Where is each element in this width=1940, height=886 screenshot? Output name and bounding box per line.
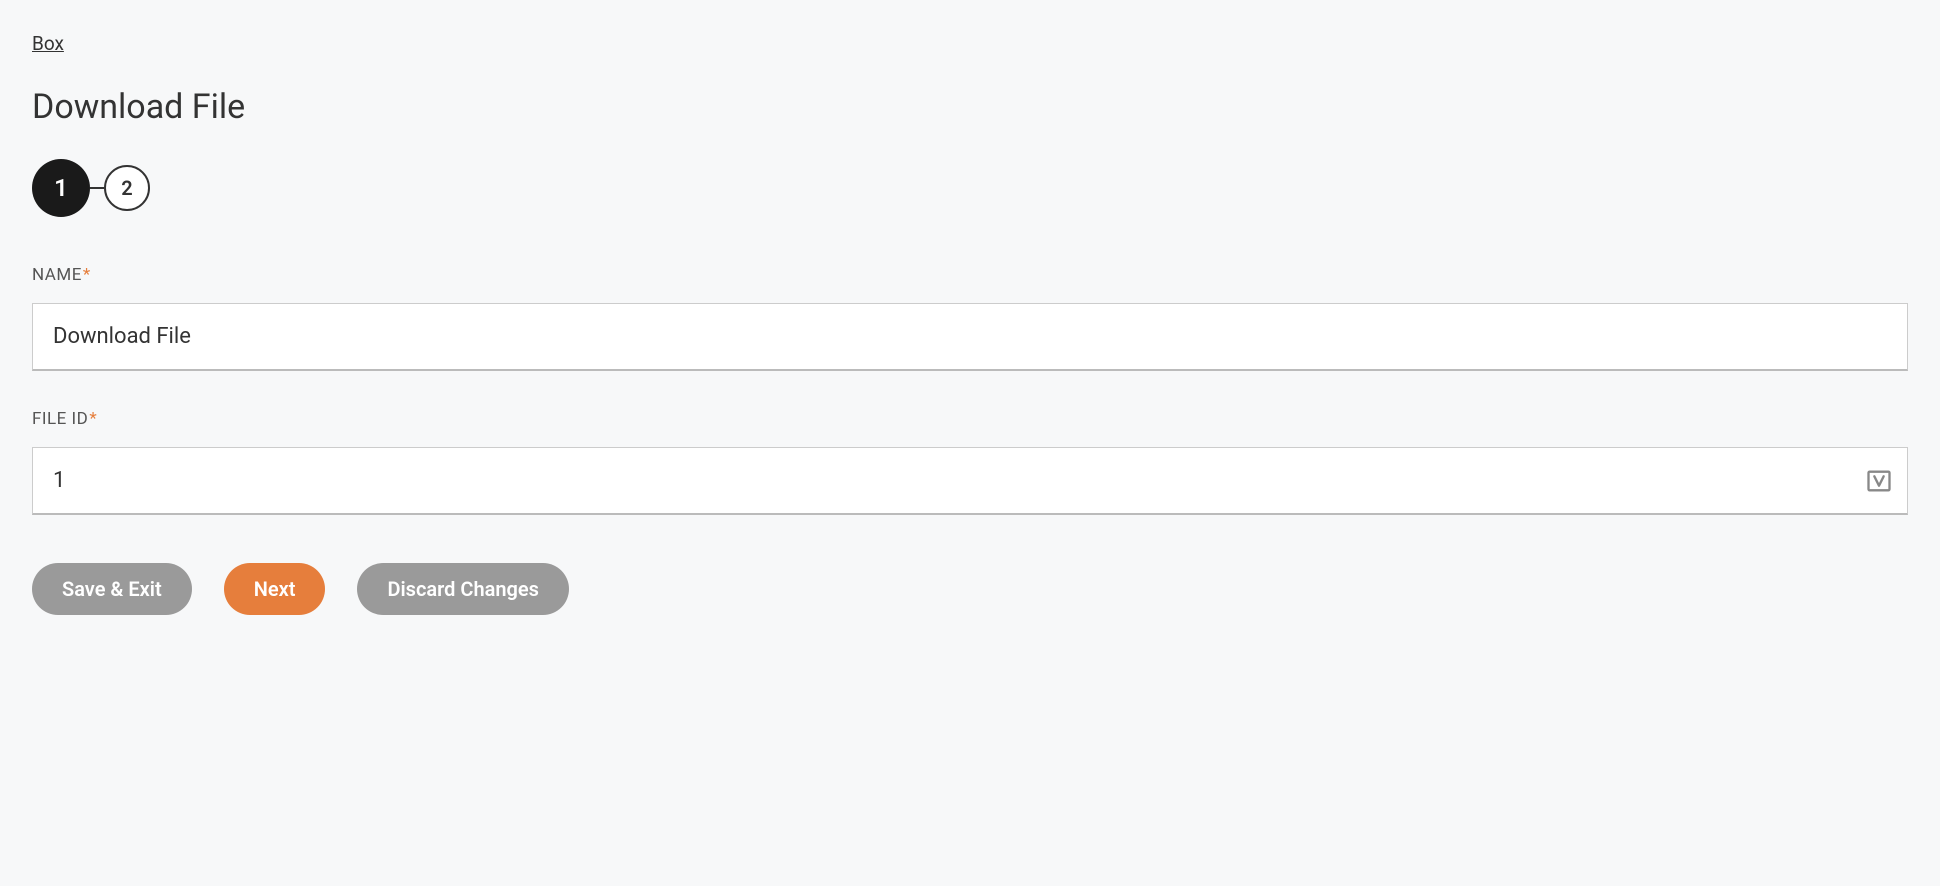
variable-icon[interactable] [1865,467,1893,495]
name-input[interactable] [33,304,1907,369]
step-2[interactable]: 2 [104,165,150,211]
save-exit-button[interactable]: Save & Exit [32,563,192,615]
step-1[interactable]: 1 [32,159,90,217]
name-input-wrapper [32,303,1908,371]
next-button[interactable]: Next [224,563,326,615]
stepper: 1 2 [32,159,1908,217]
file-id-label-text: FILE ID [32,409,88,429]
name-label: NAME* [32,265,1908,285]
form-group-name: NAME* [32,265,1908,371]
breadcrumb-link[interactable]: Box [32,32,64,55]
name-label-text: NAME [32,265,82,285]
file-id-input-wrapper [32,447,1908,515]
form-group-file-id: FILE ID* [32,409,1908,515]
file-id-label: FILE ID* [32,409,1908,429]
file-id-input[interactable] [33,448,1907,513]
required-asterisk: * [83,265,91,285]
step-connector [90,187,104,189]
discard-changes-button[interactable]: Discard Changes [357,563,569,615]
page-title: Download File [32,87,1908,127]
button-row: Save & Exit Next Discard Changes [32,563,1908,615]
required-asterisk: * [89,409,97,429]
